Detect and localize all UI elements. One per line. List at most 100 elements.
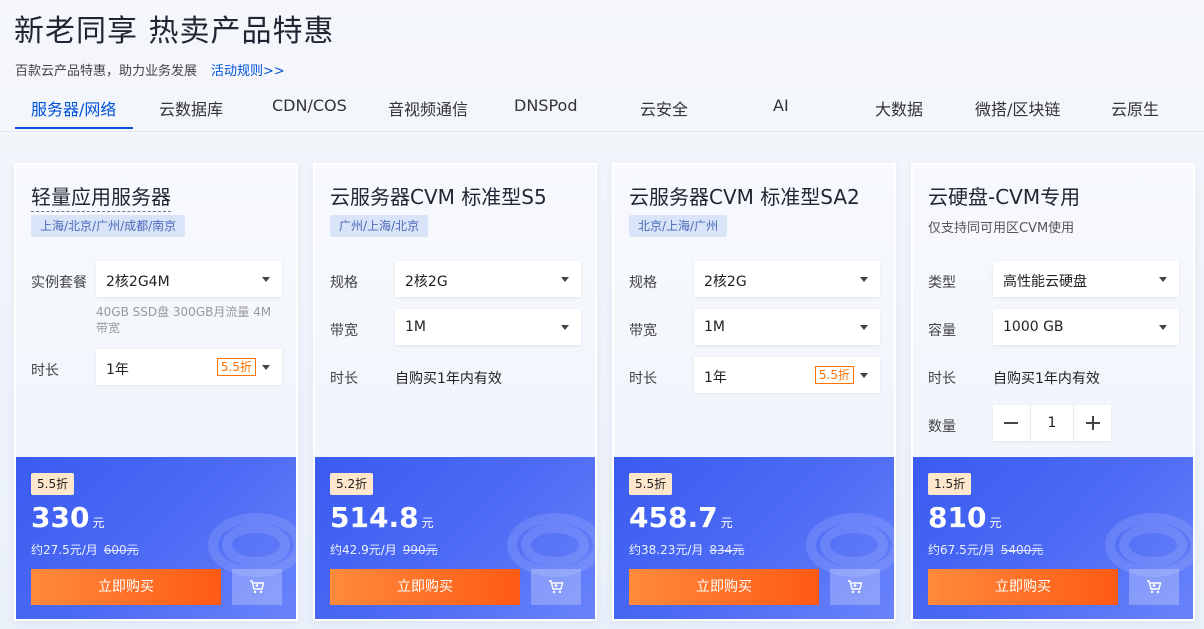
tab-servers-network[interactable]: 服务器/网络 — [31, 96, 116, 120]
product-card-cvm-s5: 云服务器CVM 标准型S5 广州/上海/北京 规格 2核2G 带宽 1M 时长 … — [313, 163, 597, 621]
tab-dnspod[interactable]: DNSPod — [514, 96, 577, 115]
add-to-cart-button[interactable] — [830, 569, 880, 605]
price-unit: 元 — [421, 516, 434, 530]
buy-now-button[interactable]: 立即购买 — [330, 569, 520, 605]
price: 458.7 元 — [629, 501, 733, 534]
price-unit: 元 — [92, 516, 105, 530]
chevron-down-icon — [860, 325, 868, 330]
rules-link[interactable]: 活动规则>> — [211, 64, 285, 79]
discount-tag: 5.5折 — [216, 358, 256, 376]
row-label: 数量 — [928, 419, 956, 435]
add-to-cart-button[interactable] — [531, 569, 581, 605]
region-tag: 广州/上海/北京 — [330, 215, 429, 237]
bandwidth-select[interactable]: 1M — [694, 309, 880, 345]
row-label: 带宽 — [330, 323, 358, 339]
tab-big-data[interactable]: 大数据 — [875, 96, 923, 120]
card-description: 仅支持同可用区CVM使用 — [928, 221, 1075, 236]
minus-icon[interactable] — [993, 405, 1029, 441]
add-to-cart-button[interactable] — [1129, 569, 1179, 605]
spec-select[interactable]: 2核2G — [395, 261, 581, 297]
price: 810 元 — [928, 501, 1001, 534]
price-value: 458.7 — [629, 501, 718, 534]
subtitle-text: 百款云产品特惠，助力业务发展 — [15, 64, 198, 79]
select-value: 1000 GB — [1003, 319, 1064, 335]
discount-badge: 5.2折 — [330, 473, 374, 495]
price-panel: 5.5折 458.7 元 约38.23元/月 834元 立即购买 — [614, 457, 894, 619]
discount-badge: 1.5折 — [928, 473, 972, 495]
duration-value: 自购买1年内有效 — [993, 371, 1100, 387]
row-label: 容量 — [928, 323, 956, 339]
cart-icon — [848, 580, 863, 594]
product-card-lighthouse: 轻量应用服务器 上海/北京/广州/成都/南京 实例套餐 2核2G4M 40GB … — [14, 163, 298, 621]
row-label: 规格 — [330, 275, 358, 291]
duration-value: 自购买1年内有效 — [395, 371, 502, 387]
price-value: 514.8 — [330, 501, 419, 534]
monthly-price: 约27.5元/月 600元 — [31, 541, 139, 558]
cart-icon — [1147, 580, 1162, 594]
chevron-down-icon — [1159, 277, 1167, 282]
page-subtitle: 百款云产品特惠，助力业务发展 活动规则>> — [15, 60, 285, 79]
chevron-down-icon — [561, 277, 569, 282]
monthly-value: 约42.9元/月 — [330, 543, 397, 557]
tab-cdn-cos[interactable]: CDN/COS — [272, 96, 347, 115]
cart-icon — [549, 580, 564, 594]
buy-now-button[interactable]: 立即购买 — [928, 569, 1118, 605]
select-value: 1年 — [704, 370, 727, 386]
discount-tag: 5.5折 — [814, 366, 854, 384]
duration-select[interactable]: 1年 5.5折 — [694, 357, 880, 393]
bandwidth-select[interactable]: 1M — [395, 309, 581, 345]
row-label: 时长 — [629, 371, 657, 387]
price-unit: 元 — [720, 516, 733, 530]
card-title: 云服务器CVM 标准型S5 — [330, 185, 547, 209]
promo-page: 新老同享 热卖产品特惠 百款云产品特惠，助力业务发展 活动规则>> 服务器/网络 … — [0, 0, 1204, 629]
price: 514.8 元 — [330, 501, 434, 534]
buy-now-button[interactable]: 立即购买 — [31, 569, 221, 605]
monthly-value: 约38.23元/月 — [629, 543, 704, 557]
card-title: 云服务器CVM 标准型SA2 — [629, 185, 860, 209]
cart-icon — [250, 580, 265, 594]
original-price: 834元 — [709, 543, 745, 557]
add-to-cart-button[interactable] — [232, 569, 282, 605]
chevron-down-icon — [561, 325, 569, 330]
buy-now-button[interactable]: 立即购买 — [629, 569, 819, 605]
tabs-divider — [0, 131, 1204, 132]
select-value: 2核2G — [405, 274, 448, 290]
package-note: 40GB SSD盘 300GB月流量 4M带宽 — [96, 305, 272, 335]
tab-weida-blockchain[interactable]: 微搭/区块链 — [975, 96, 1060, 120]
original-price: 600元 — [103, 543, 139, 557]
capacity-select[interactable]: 1000 GB — [993, 309, 1179, 345]
original-price: 990元 — [402, 543, 438, 557]
row-label: 时长 — [928, 371, 956, 387]
region-tag: 上海/北京/广州/成都/南京 — [31, 215, 186, 237]
monthly-price: 约67.5元/月 5400元 — [928, 541, 1043, 558]
tab-database[interactable]: 云数据库 — [159, 96, 223, 120]
monthly-price: 约42.9元/月 990元 — [330, 541, 438, 558]
tab-ai[interactable]: AI — [773, 96, 789, 115]
monthly-price: 约38.23元/月 834元 — [629, 541, 744, 558]
select-value: 高性能云硬盘 — [1003, 274, 1087, 290]
product-card-cloud-disk: 云硬盘-CVM专用 仅支持同可用区CVM使用 类型 高性能云硬盘 容量 1000… — [911, 163, 1195, 621]
tab-cloud-security[interactable]: 云安全 — [640, 96, 688, 120]
chevron-down-icon — [860, 373, 868, 378]
chevron-down-icon — [1159, 325, 1167, 330]
monthly-value: 约27.5元/月 — [31, 543, 98, 557]
disk-type-select[interactable]: 高性能云硬盘 — [993, 261, 1179, 297]
quantity-stepper: 1 — [993, 405, 1111, 441]
plus-icon[interactable] — [1075, 405, 1111, 441]
price-panel: 5.2折 514.8 元 约42.9元/月 990元 立即购买 — [315, 457, 595, 619]
tab-av-communication[interactable]: 音视频通信 — [388, 96, 468, 120]
row-label: 时长 — [330, 371, 358, 387]
row-label: 时长 — [31, 363, 59, 379]
quantity-value[interactable]: 1 — [1031, 415, 1073, 431]
tab-cloud-native[interactable]: 云原生 — [1111, 96, 1159, 120]
price: 330 元 — [31, 501, 104, 534]
row-label: 类型 — [928, 275, 956, 291]
price-value: 810 — [928, 501, 987, 534]
card-title[interactable]: 轻量应用服务器 — [31, 181, 171, 212]
chevron-down-icon — [860, 277, 868, 282]
chevron-down-icon — [262, 277, 270, 282]
spec-select[interactable]: 2核2G — [694, 261, 880, 297]
card-title: 云硬盘-CVM专用 — [928, 185, 1081, 209]
duration-select[interactable]: 1年 5.5折 — [96, 349, 282, 385]
instance-package-select[interactable]: 2核2G4M — [96, 261, 282, 297]
